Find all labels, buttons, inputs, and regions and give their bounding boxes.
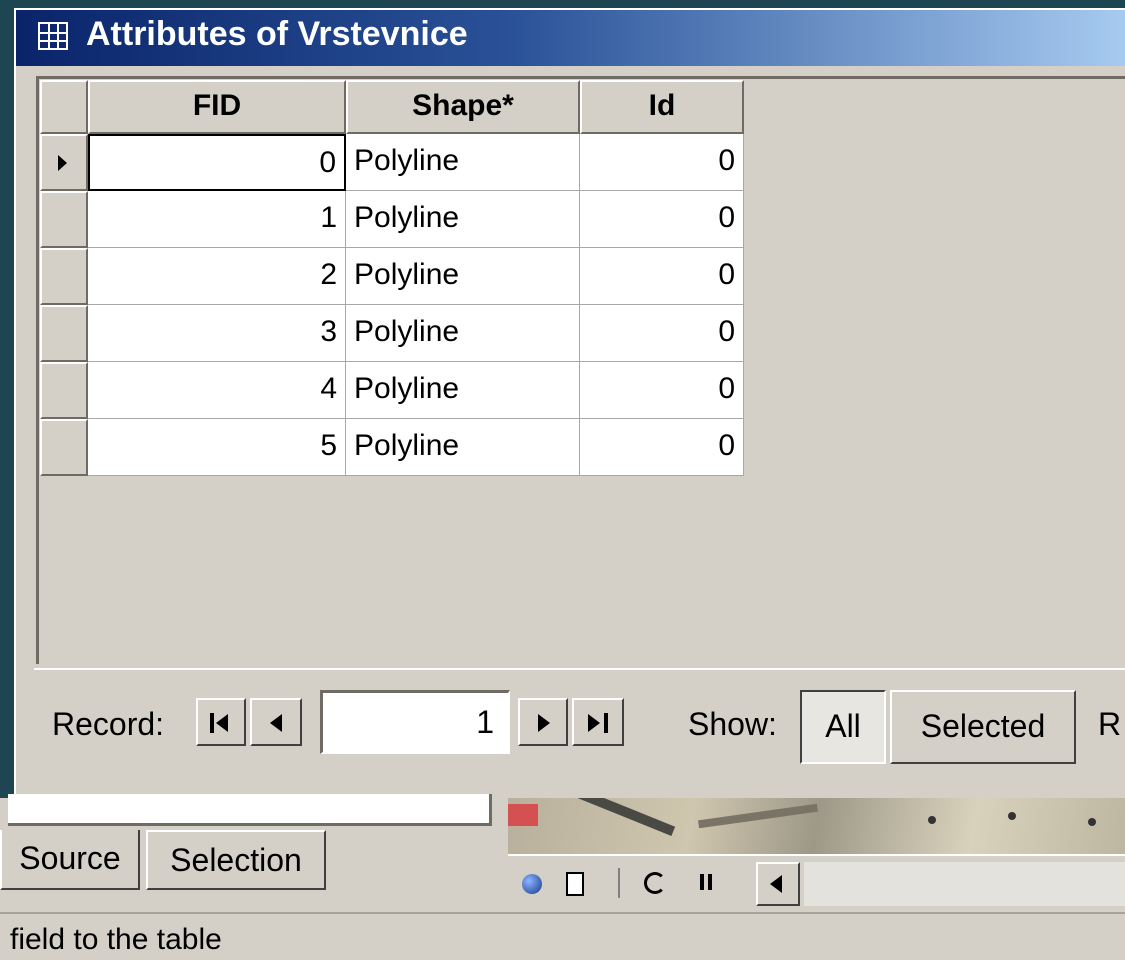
first-record-button[interactable] [196, 698, 246, 746]
map-toolbar [508, 854, 1125, 910]
show-selected-button[interactable]: Selected [890, 690, 1076, 764]
tab-selection[interactable]: Selection [146, 830, 326, 890]
last-record-button[interactable] [572, 698, 624, 746]
cell-shape[interactable]: Polyline [346, 191, 580, 248]
record-number-input[interactable]: 1 [320, 690, 510, 754]
cell-fid[interactable]: 3 [88, 305, 346, 362]
row-selector[interactable] [40, 419, 88, 476]
globe-icon[interactable] [522, 874, 542, 894]
scroll-left-arrow-icon [770, 875, 782, 893]
status-text: field to the table [10, 923, 222, 956]
record-label: Record: [52, 706, 165, 742]
row-selector[interactable] [40, 248, 88, 305]
column-header-fid[interactable]: FID [88, 80, 346, 134]
status-bar: field to the table [0, 912, 1125, 960]
cell-shape[interactable]: Polyline [346, 419, 580, 476]
previous-arrow-icon [270, 714, 282, 732]
next-record-button[interactable] [518, 698, 568, 746]
cell-shape[interactable]: Polyline [346, 305, 580, 362]
select-all-corner[interactable] [40, 80, 88, 134]
last-record-icon [588, 714, 600, 732]
row-selector[interactable] [40, 305, 88, 362]
previous-record-button[interactable] [250, 698, 302, 746]
first-record-icon [210, 713, 214, 733]
cell-shape[interactable]: Polyline [346, 362, 580, 419]
page-layout-icon[interactable] [566, 872, 584, 896]
cell-fid[interactable]: 2 [88, 248, 346, 305]
row-selector[interactable] [40, 191, 88, 248]
show-label: Show: [688, 706, 777, 742]
map-view[interactable] [508, 798, 1125, 854]
cell-fid[interactable]: 1 [88, 191, 346, 248]
row-selector[interactable] [40, 134, 88, 191]
pause-icon[interactable] [700, 874, 704, 890]
row-selector[interactable] [40, 362, 88, 419]
records-label-truncated: R [1098, 706, 1122, 742]
cell-id[interactable]: 0 [580, 305, 744, 362]
tab-source[interactable]: Source [0, 830, 140, 890]
cell-id[interactable]: 0 [580, 419, 744, 476]
column-header-shape[interactable]: Shape* [346, 80, 580, 134]
cell-fid[interactable]: 5 [88, 419, 346, 476]
window-title: Attributes of Vrstevnice [86, 15, 468, 53]
show-all-button[interactable]: All [800, 690, 886, 764]
cell-fid[interactable]: 0 [88, 134, 346, 191]
current-row-arrow-icon [58, 155, 67, 171]
cell-id[interactable]: 0 [580, 134, 744, 191]
table-of-contents-panel [8, 794, 492, 826]
cell-id[interactable]: 0 [580, 248, 744, 305]
next-arrow-icon [538, 714, 550, 732]
cell-shape[interactable]: Polyline [346, 248, 580, 305]
cell-id[interactable]: 0 [580, 191, 744, 248]
table-icon [38, 22, 68, 50]
cell-id[interactable]: 0 [580, 362, 744, 419]
refresh-icon[interactable] [644, 872, 666, 894]
cell-fid[interactable]: 4 [88, 362, 346, 419]
horizontal-scrollbar[interactable] [804, 862, 1125, 906]
column-header-id[interactable]: Id [580, 80, 744, 134]
cell-shape[interactable]: Polyline [346, 134, 580, 191]
